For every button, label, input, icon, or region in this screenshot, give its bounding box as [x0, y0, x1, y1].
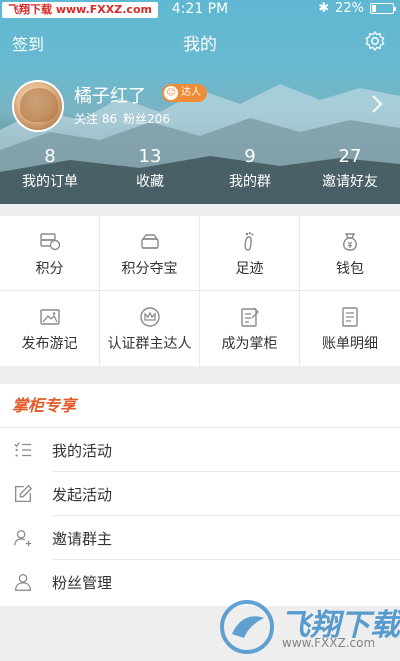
expert-badge: ☺ 达人: [162, 84, 207, 102]
follow-counts: 关注 86 粉丝206: [74, 110, 170, 127]
grid-label: 足迹: [235, 261, 264, 277]
footprint-icon: [243, 232, 253, 251]
grid-item-wallet[interactable]: 钱包: [300, 216, 400, 291]
grid-label: 发布游记: [21, 336, 78, 352]
treasure-icon: [140, 234, 159, 249]
battery-fill: [372, 5, 376, 12]
stat-value: 9: [244, 146, 256, 167]
battery-icon: [370, 3, 396, 14]
grid-item-certify[interactable]: 认证群主达人: [100, 291, 200, 366]
badge-label: 达人: [181, 87, 201, 98]
stat-label: 我的群: [229, 174, 271, 190]
grid-item-publish-travel[interactable]: 发布游记: [0, 291, 100, 366]
grid-item-become-keeper[interactable]: 成为掌柜: [200, 291, 300, 366]
list-label: 发起活动: [52, 486, 113, 504]
image-icon: [39, 309, 60, 325]
section-title: 掌柜专享: [0, 384, 400, 428]
grid-item-points[interactable]: 积分: [0, 216, 100, 291]
list-item-start-activity[interactable]: 发起活动: [0, 472, 400, 516]
profile-header: 飞翔下载 www.FXXZ.com 4:21 PM ✱ 22% 签到 我的 橘子…: [0, 0, 400, 204]
wallet-icon: [343, 233, 357, 251]
edit-note-icon: [240, 307, 259, 327]
followers-count[interactable]: 粉丝206: [123, 110, 170, 127]
grid-label: 积分: [35, 261, 64, 277]
following-count[interactable]: 关注 86: [74, 110, 117, 127]
list-label: 邀请群主: [52, 530, 113, 548]
edit-icon: [15, 484, 33, 502]
stat-favorites[interactable]: 13 收藏: [100, 146, 200, 196]
profile-row[interactable]: 橘子红了 ☺ 达人 关注 86 粉丝206: [12, 80, 392, 136]
settings-gear-icon[interactable]: [364, 30, 386, 52]
watermark-url: www.FXXZ.com: [282, 636, 376, 650]
stat-orders[interactable]: 8 我的订单: [0, 146, 100, 196]
battery-percent: 22%: [335, 1, 364, 16]
list-label: 粉丝管理: [52, 574, 113, 592]
add-user-icon: [14, 530, 32, 547]
list-item-my-activities[interactable]: 我的活动: [0, 428, 400, 472]
grid-label: 钱包: [336, 261, 364, 277]
list-label: 我的活动: [52, 442, 113, 460]
crown-icon: [139, 307, 160, 327]
page-title: 我的: [183, 35, 217, 55]
status-right: ✱ 22%: [318, 1, 396, 16]
stats-row: 8 我的订单 13 收藏 9 我的群 27 邀请好友: [0, 146, 400, 196]
stat-label: 收藏: [136, 174, 164, 190]
grid-item-treasure[interactable]: 积分夺宝: [100, 216, 200, 291]
stat-value: 27: [338, 146, 362, 167]
keeper-section: 掌柜专享 我的活动 发起活动 邀请群主 粉丝管理: [0, 384, 400, 606]
watermark-logo-icon: [220, 600, 274, 654]
smile-icon: ☺: [164, 86, 178, 100]
list-item-invite-owner[interactable]: 邀请群主: [0, 516, 400, 560]
stat-groups[interactable]: 9 我的群: [200, 146, 300, 196]
nav-bar: 签到 我的: [0, 28, 400, 55]
grid-label: 成为掌柜: [221, 336, 278, 352]
watermark: 飞翔下载 www.FXXZ.com: [218, 596, 400, 658]
grid-item-bill[interactable]: 账单明细: [300, 291, 400, 366]
user-icon: [15, 574, 31, 591]
grid-label: 积分夺宝: [121, 261, 178, 277]
grid-label: 账单明细: [322, 336, 378, 352]
stat-value: 13: [138, 146, 162, 167]
stat-label: 我的订单: [22, 174, 78, 190]
status-bar: 飞翔下载 www.FXXZ.com 4:21 PM ✱ 22%: [0, 0, 400, 20]
points-icon: [39, 233, 60, 251]
feature-grid: 积分 积分夺宝 足迹 钱包 发布游记 认证群主达人 成为掌柜 账单明细: [0, 216, 400, 366]
list-icon: [14, 442, 32, 457]
avatar[interactable]: [12, 80, 64, 132]
grid-item-footprint[interactable]: 足迹: [200, 216, 300, 291]
stat-value: 8: [44, 146, 56, 167]
grid-label: 认证群主达人: [107, 336, 192, 352]
stat-invite[interactable]: 27 邀请好友: [300, 146, 400, 196]
chevron-right-icon[interactable]: [370, 94, 384, 114]
bluetooth-icon: ✱: [318, 1, 330, 16]
bill-icon: [342, 307, 358, 327]
stat-label: 邀请好友: [322, 174, 378, 190]
username: 橘子红了: [74, 86, 146, 107]
